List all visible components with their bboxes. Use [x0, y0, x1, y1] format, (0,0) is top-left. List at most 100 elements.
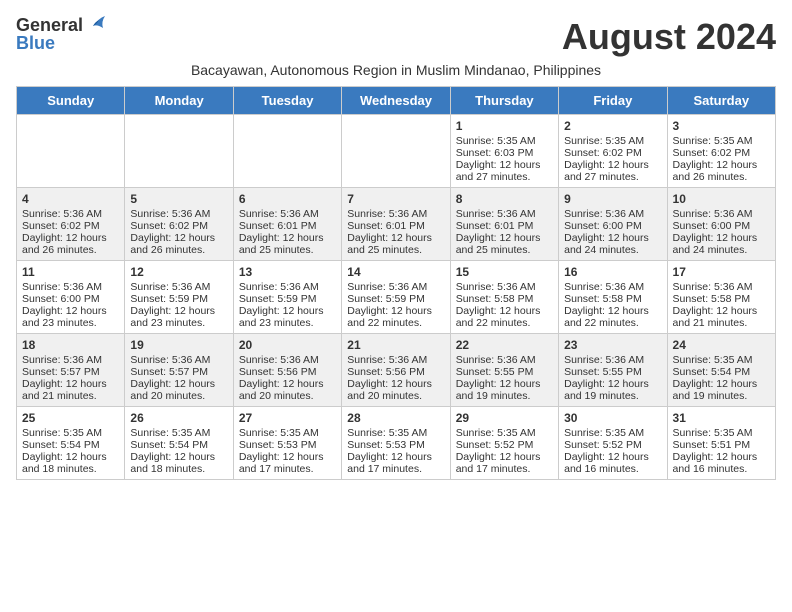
calendar-cell: 26Sunrise: 5:35 AMSunset: 5:54 PMDayligh… [125, 407, 233, 480]
sunset-text: Sunset: 6:00 PM [564, 220, 661, 232]
sunset-text: Sunset: 5:56 PM [239, 366, 336, 378]
sunrise-text: Sunrise: 5:36 AM [22, 354, 119, 366]
sunrise-text: Sunrise: 5:36 AM [130, 281, 227, 293]
sunset-text: Sunset: 5:52 PM [564, 439, 661, 451]
calendar-cell: 8Sunrise: 5:36 AMSunset: 6:01 PMDaylight… [450, 188, 558, 261]
calendar-cell: 14Sunrise: 5:36 AMSunset: 5:59 PMDayligh… [342, 261, 450, 334]
calendar-cell: 7Sunrise: 5:36 AMSunset: 6:01 PMDaylight… [342, 188, 450, 261]
calendar-cell: 16Sunrise: 5:36 AMSunset: 5:58 PMDayligh… [559, 261, 667, 334]
sunset-text: Sunset: 5:59 PM [130, 293, 227, 305]
sunset-text: Sunset: 5:55 PM [564, 366, 661, 378]
sunset-text: Sunset: 5:59 PM [347, 293, 444, 305]
daylight-text: Daylight: 12 hours and 23 minutes. [22, 305, 119, 329]
month-title: August 2024 [562, 16, 776, 58]
sunset-text: Sunset: 5:56 PM [347, 366, 444, 378]
daylight-text: Daylight: 12 hours and 26 minutes. [130, 232, 227, 256]
sunset-text: Sunset: 5:58 PM [564, 293, 661, 305]
calendar-cell: 5Sunrise: 5:36 AMSunset: 6:02 PMDaylight… [125, 188, 233, 261]
day-number: 9 [564, 192, 661, 206]
sunset-text: Sunset: 5:53 PM [239, 439, 336, 451]
sunrise-text: Sunrise: 5:35 AM [456, 427, 553, 439]
daylight-text: Daylight: 12 hours and 27 minutes. [564, 159, 661, 183]
sunrise-text: Sunrise: 5:36 AM [130, 354, 227, 366]
sunrise-text: Sunrise: 5:36 AM [347, 208, 444, 220]
weekday-header-thursday: Thursday [450, 87, 558, 115]
daylight-text: Daylight: 12 hours and 17 minutes. [347, 451, 444, 475]
day-number: 16 [564, 265, 661, 279]
calendar-cell: 19Sunrise: 5:36 AMSunset: 5:57 PMDayligh… [125, 334, 233, 407]
daylight-text: Daylight: 12 hours and 19 minutes. [564, 378, 661, 402]
calendar-cell: 31Sunrise: 5:35 AMSunset: 5:51 PMDayligh… [667, 407, 775, 480]
calendar-cell: 30Sunrise: 5:35 AMSunset: 5:52 PMDayligh… [559, 407, 667, 480]
day-number: 3 [673, 119, 770, 133]
sunset-text: Sunset: 5:54 PM [22, 439, 119, 451]
logo-bird-icon [85, 12, 107, 34]
calendar-cell: 24Sunrise: 5:35 AMSunset: 5:54 PMDayligh… [667, 334, 775, 407]
daylight-text: Daylight: 12 hours and 24 minutes. [564, 232, 661, 256]
day-number: 1 [456, 119, 553, 133]
weekday-header-saturday: Saturday [667, 87, 775, 115]
sunset-text: Sunset: 6:01 PM [456, 220, 553, 232]
calendar-cell: 23Sunrise: 5:36 AMSunset: 5:55 PMDayligh… [559, 334, 667, 407]
daylight-text: Daylight: 12 hours and 17 minutes. [239, 451, 336, 475]
daylight-text: Daylight: 12 hours and 26 minutes. [22, 232, 119, 256]
calendar-cell: 22Sunrise: 5:36 AMSunset: 5:55 PMDayligh… [450, 334, 558, 407]
sunset-text: Sunset: 5:52 PM [456, 439, 553, 451]
calendar-week-row: 11Sunrise: 5:36 AMSunset: 6:00 PMDayligh… [17, 261, 776, 334]
sunset-text: Sunset: 5:57 PM [130, 366, 227, 378]
day-number: 23 [564, 338, 661, 352]
day-number: 24 [673, 338, 770, 352]
calendar-cell: 2Sunrise: 5:35 AMSunset: 6:02 PMDaylight… [559, 115, 667, 188]
weekday-header-tuesday: Tuesday [233, 87, 341, 115]
sunrise-text: Sunrise: 5:36 AM [239, 208, 336, 220]
sunrise-text: Sunrise: 5:36 AM [456, 281, 553, 293]
calendar-cell: 27Sunrise: 5:35 AMSunset: 5:53 PMDayligh… [233, 407, 341, 480]
sunrise-text: Sunrise: 5:36 AM [456, 354, 553, 366]
daylight-text: Daylight: 12 hours and 26 minutes. [673, 159, 770, 183]
calendar-cell: 1Sunrise: 5:35 AMSunset: 6:03 PMDaylight… [450, 115, 558, 188]
calendar-header-row: SundayMondayTuesdayWednesdayThursdayFrid… [17, 87, 776, 115]
calendar-cell: 29Sunrise: 5:35 AMSunset: 5:52 PMDayligh… [450, 407, 558, 480]
sunrise-text: Sunrise: 5:35 AM [456, 135, 553, 147]
day-number: 2 [564, 119, 661, 133]
sunset-text: Sunset: 6:02 PM [564, 147, 661, 159]
daylight-text: Daylight: 12 hours and 20 minutes. [239, 378, 336, 402]
weekday-header-sunday: Sunday [17, 87, 125, 115]
weekday-header-wednesday: Wednesday [342, 87, 450, 115]
header: General Blue August 2024 [16, 16, 776, 58]
sunset-text: Sunset: 6:01 PM [239, 220, 336, 232]
calendar-week-row: 4Sunrise: 5:36 AMSunset: 6:02 PMDaylight… [17, 188, 776, 261]
calendar-week-row: 1Sunrise: 5:35 AMSunset: 6:03 PMDaylight… [17, 115, 776, 188]
sunrise-text: Sunrise: 5:36 AM [22, 208, 119, 220]
daylight-text: Daylight: 12 hours and 25 minutes. [239, 232, 336, 256]
day-number: 11 [22, 265, 119, 279]
sunset-text: Sunset: 5:53 PM [347, 439, 444, 451]
calendar-cell: 25Sunrise: 5:35 AMSunset: 5:54 PMDayligh… [17, 407, 125, 480]
day-number: 4 [22, 192, 119, 206]
day-number: 6 [239, 192, 336, 206]
sunrise-text: Sunrise: 5:36 AM [22, 281, 119, 293]
sunset-text: Sunset: 6:00 PM [673, 220, 770, 232]
day-number: 31 [673, 411, 770, 425]
calendar-cell: 18Sunrise: 5:36 AMSunset: 5:57 PMDayligh… [17, 334, 125, 407]
calendar-cell: 13Sunrise: 5:36 AMSunset: 5:59 PMDayligh… [233, 261, 341, 334]
daylight-text: Daylight: 12 hours and 21 minutes. [673, 305, 770, 329]
sunset-text: Sunset: 5:54 PM [130, 439, 227, 451]
sunset-text: Sunset: 5:54 PM [673, 366, 770, 378]
calendar-subtitle: Bacayawan, Autonomous Region in Muslim M… [16, 62, 776, 78]
day-number: 19 [130, 338, 227, 352]
day-number: 20 [239, 338, 336, 352]
calendar-cell: 3Sunrise: 5:35 AMSunset: 6:02 PMDaylight… [667, 115, 775, 188]
sunset-text: Sunset: 6:02 PM [130, 220, 227, 232]
day-number: 17 [673, 265, 770, 279]
sunrise-text: Sunrise: 5:35 AM [564, 427, 661, 439]
sunrise-text: Sunrise: 5:35 AM [239, 427, 336, 439]
sunrise-text: Sunrise: 5:35 AM [130, 427, 227, 439]
weekday-header-friday: Friday [559, 87, 667, 115]
day-number: 29 [456, 411, 553, 425]
day-number: 25 [22, 411, 119, 425]
sunrise-text: Sunrise: 5:35 AM [22, 427, 119, 439]
day-number: 10 [673, 192, 770, 206]
calendar-cell: 21Sunrise: 5:36 AMSunset: 5:56 PMDayligh… [342, 334, 450, 407]
sunset-text: Sunset: 6:02 PM [673, 147, 770, 159]
